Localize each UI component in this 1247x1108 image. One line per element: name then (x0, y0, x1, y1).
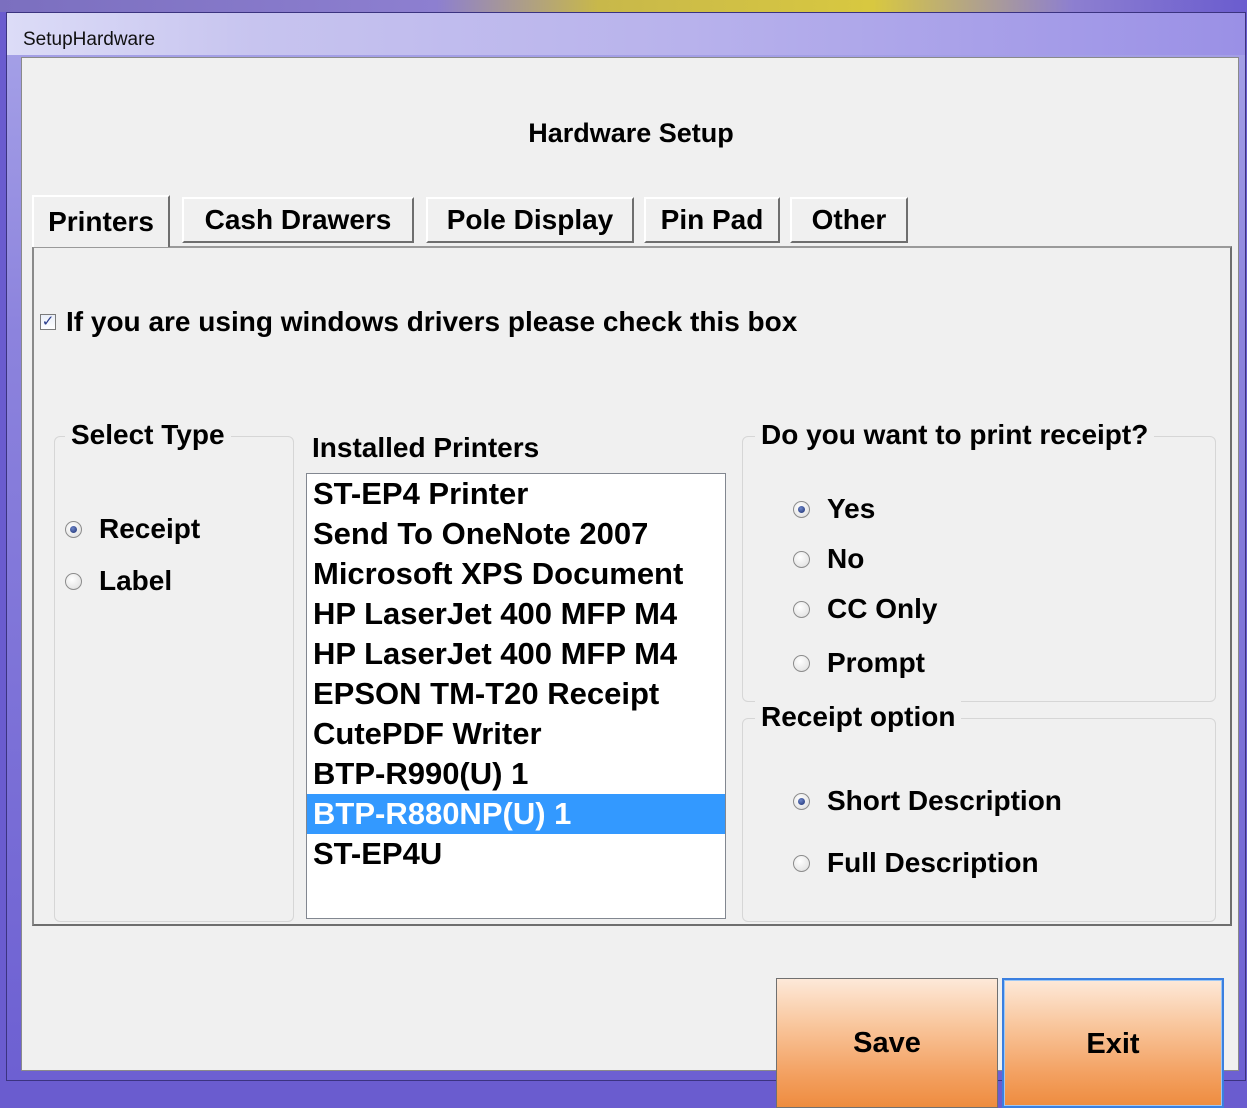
radio-prompt-indicator[interactable] (793, 654, 810, 672)
tab-printers[interactable]: Printers (32, 195, 170, 247)
list-item[interactable]: HP LaserJet 400 MFP M4 (307, 594, 725, 634)
list-item[interactable]: Microsoft XPS Document (307, 554, 725, 594)
radio-label-indicator[interactable] (65, 572, 82, 590)
installed-printers-label: Installed Printers (312, 432, 540, 463)
tab-pin-pad[interactable]: Pin Pad (644, 197, 780, 243)
list-item[interactable]: CutePDF Writer (307, 714, 725, 754)
radio-full-description[interactable]: Full Description (793, 847, 1039, 879)
windows-drivers-checkbox[interactable]: ✓ (40, 314, 56, 330)
radio-prompt-label: Prompt (827, 647, 925, 678)
list-item[interactable]: ST-EP4U (307, 834, 725, 874)
radio-yes-indicator[interactable] (793, 500, 810, 518)
save-button[interactable]: Save (776, 978, 998, 1108)
list-item[interactable]: HP LaserJet 400 MFP M4 (307, 634, 725, 674)
list-item-selected[interactable]: BTP-R880NP(U) 1 (307, 794, 725, 834)
print-receipt-group: Do you want to print receipt? Yes No CC … (742, 419, 1216, 702)
list-item[interactable]: EPSON TM-T20 Receipt (307, 674, 725, 714)
radio-cc-only-label: CC Only (827, 593, 938, 624)
radio-label-type-label: Label (99, 565, 173, 596)
radio-short-description[interactable]: Short Description (793, 785, 1062, 817)
tab-pole-display[interactable]: Pole Display (426, 197, 634, 243)
windows-drivers-label: If you are using windows drivers please … (66, 306, 798, 337)
title-bar[interactable]: SetupHardware (7, 13, 1245, 55)
list-item[interactable]: ST-EP4 Printer (307, 474, 725, 514)
receipt-option-title: Receipt option (755, 701, 962, 733)
radio-full-description-indicator[interactable] (793, 854, 810, 872)
radio-prompt[interactable]: Prompt (793, 647, 925, 679)
window-title: SetupHardware (23, 29, 156, 50)
radio-label-type[interactable]: Label (65, 565, 172, 597)
radio-receipt[interactable]: Receipt (65, 513, 200, 545)
select-type-group: Select Type Receipt Label (54, 419, 294, 922)
background-window-strip (0, 0, 1247, 12)
page-title: Hardware Setup (528, 118, 734, 148)
radio-short-description-indicator[interactable] (793, 792, 810, 810)
radio-receipt-label: Receipt (99, 513, 201, 544)
exit-button[interactable]: Exit (1002, 978, 1224, 1108)
windows-drivers-checkbox-row[interactable]: ✓ If you are using windows drivers pleas… (40, 306, 797, 338)
radio-short-description-label: Short Description (827, 785, 1062, 816)
radio-no-label: No (827, 543, 865, 574)
radio-no[interactable]: No (793, 543, 864, 575)
receipt-option-group: Receipt option Short Description Full De… (742, 701, 1216, 922)
radio-cc-only-indicator[interactable] (793, 600, 810, 618)
radio-yes[interactable]: Yes (793, 493, 875, 525)
tab-cash-drawers[interactable]: Cash Drawers (182, 197, 414, 243)
tab-other[interactable]: Other (790, 197, 908, 243)
radio-no-indicator[interactable] (793, 550, 810, 568)
list-item[interactable]: Send To OneNote 2007 (307, 514, 725, 554)
select-type-title: Select Type (65, 419, 231, 451)
print-receipt-title: Do you want to print receipt? (755, 419, 1155, 451)
setup-hardware-window: SetupHardware Hardware Setup Printers Ca… (6, 12, 1246, 1108)
radio-full-description-label: Full Description (827, 847, 1039, 878)
radio-cc-only[interactable]: CC Only (793, 593, 937, 625)
list-item[interactable]: BTP-R990(U) 1 (307, 754, 725, 794)
radio-receipt-indicator[interactable] (65, 520, 82, 538)
installed-printers-listbox[interactable]: ST-EP4 Printer Send To OneNote 2007 Micr… (306, 473, 726, 919)
window-client-area: Hardware Setup Printers Cash Drawers Pol… (21, 57, 1239, 1108)
radio-yes-label: Yes (827, 493, 876, 524)
